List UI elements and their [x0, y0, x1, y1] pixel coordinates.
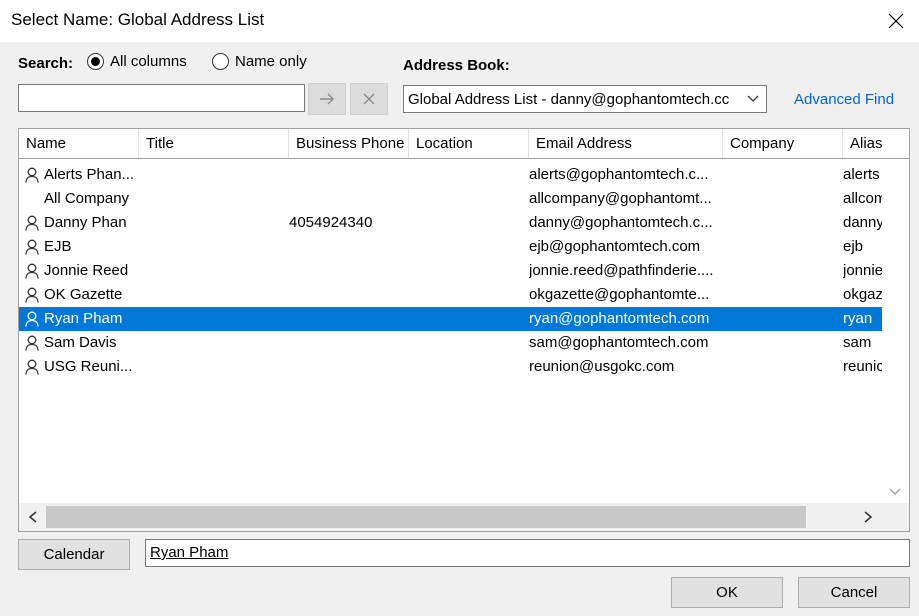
radio-all-columns[interactable]: All columns — [87, 53, 187, 70]
ok-button[interactable]: OK — [671, 577, 783, 608]
column-header-location[interactable]: Location — [409, 129, 529, 158]
cell-alias: sam — [843, 334, 872, 351]
scrollbar-thumb[interactable] — [46, 506, 806, 528]
window-title: Select Name: Global Address List — [11, 10, 265, 29]
radio-name-only[interactable]: Name only — [212, 53, 307, 70]
column-header-alias[interactable]: Alias — [843, 129, 909, 158]
cell-email: okgazette@gophantomte... — [529, 286, 710, 303]
table-row[interactable]: Danny Phan 4054924340 danny@gophantomtec… — [19, 211, 883, 235]
user-icon — [23, 283, 41, 307]
chevron-down-icon — [747, 95, 759, 102]
column-header-company[interactable]: Company — [723, 129, 843, 158]
table-row[interactable]: OK Gazette okgazette@gophantomte... okga… — [19, 283, 883, 307]
radio-unselected-indicator — [212, 53, 229, 70]
table-header: Name Title Business Phone Location Email… — [19, 129, 909, 159]
table-row-selected[interactable]: Ryan Pham ryan@gophantomtech.com ryan — [19, 307, 882, 331]
vertical-scrollbar[interactable] — [882, 159, 909, 503]
table-row[interactable]: USG Reuni... reunion@usgokc.com reunic — [19, 355, 883, 379]
column-header-title[interactable]: Title — [139, 129, 289, 158]
table-row[interactable]: Alerts Phan... alerts@gophantomtech.c...… — [19, 163, 882, 187]
column-header-name[interactable]: Name — [19, 129, 139, 158]
cell-name: Jonnie Reed — [44, 262, 129, 279]
cell-alias: alerts — [843, 166, 880, 183]
calendar-button[interactable]: Calendar — [18, 539, 130, 570]
cell-name: Sam Davis — [44, 334, 117, 351]
cell-name: Danny Phan — [44, 214, 127, 231]
address-book-label: Address Book: — [403, 57, 510, 74]
user-icon — [23, 259, 41, 283]
table-row[interactable]: All Company allcompany@gophantomt... all… — [19, 187, 883, 211]
cell-email: alerts@gophantomtech.c... — [529, 166, 709, 183]
user-icon — [23, 307, 41, 331]
radio-selected-indicator — [87, 53, 104, 70]
cell-alias: jonnie — [843, 262, 883, 279]
user-icon — [23, 211, 41, 235]
cell-email: danny@gophantomtech.c... — [529, 214, 713, 231]
cell-email: jonnie.reed@pathfinderie.... — [529, 262, 714, 279]
cell-email: allcompany@gophantomt... — [529, 190, 712, 207]
table-row[interactable]: Sam Davis sam@gophantomtech.com sam — [19, 331, 882, 355]
cell-name: USG Reuni... — [44, 358, 133, 375]
title-bar: Select Name: Global Address List — [0, 0, 919, 42]
selected-recipient-value: Ryan Pham — [150, 544, 229, 561]
search-go-button[interactable] — [308, 83, 346, 115]
horizontal-scrollbar[interactable] — [19, 503, 909, 531]
cell-email: sam@gophantomtech.com — [529, 334, 709, 351]
cancel-button[interactable]: Cancel — [798, 577, 910, 608]
search-label: Search: — [18, 55, 74, 72]
chevron-left-icon[interactable] — [27, 510, 39, 524]
arrow-right-icon — [320, 93, 334, 105]
table-row[interactable]: EJB ejb@gophantomtech.com ejb — [19, 235, 882, 259]
cell-alias: allcom — [843, 190, 883, 207]
table-row[interactable]: Jonnie Reed jonnie.reed@pathfinderie....… — [19, 259, 883, 283]
cell-email: ryan@gophantomtech.com — [529, 310, 710, 327]
cell-alias: ejb — [843, 238, 864, 255]
close-button[interactable] — [873, 0, 919, 42]
cell-name: Alerts Phan... — [44, 166, 135, 183]
user-icon — [23, 235, 41, 259]
column-header-business-phone[interactable]: Business Phone — [289, 129, 409, 158]
cell-alias: okgaz — [843, 286, 883, 303]
radio-name-only-label: Name only — [235, 53, 307, 70]
search-input[interactable] — [18, 84, 305, 112]
cell-alias: ryan — [843, 310, 873, 327]
radio-all-columns-label: All columns — [110, 53, 187, 70]
user-icon — [23, 355, 41, 379]
cell-name: Ryan Pham — [44, 310, 123, 327]
table-rows: Alerts Phan... alerts@gophantomtech.c...… — [19, 163, 883, 379]
address-book-selected: Global Address List - danny@gophantomtec… — [408, 90, 730, 108]
user-icon — [23, 163, 41, 187]
cell-email: ejb@gophantomtech.com — [529, 238, 701, 255]
advanced-find-link[interactable]: Advanced Find — [794, 91, 894, 108]
chevron-right-icon[interactable] — [862, 510, 874, 524]
chevron-down-icon[interactable] — [888, 487, 902, 497]
close-icon — [888, 13, 904, 29]
selected-recipient-field[interactable]: Ryan Pham — [145, 539, 910, 567]
cell-name: OK Gazette — [44, 286, 123, 303]
cell-name: All Company — [44, 190, 130, 207]
contacts-table: Name Title Business Phone Location Email… — [18, 128, 910, 532]
user-icon — [23, 331, 41, 355]
search-clear-button[interactable] — [350, 83, 388, 115]
address-book-dropdown[interactable]: Global Address List - danny@gophantomtec… — [403, 85, 767, 113]
cell-alias: reunic — [843, 358, 883, 375]
clear-x-icon — [363, 93, 375, 105]
cell-alias: danny — [843, 214, 883, 231]
cell-name: EJB — [44, 238, 72, 255]
cell-phone: 4054924340 — [289, 214, 373, 231]
column-header-email[interactable]: Email Address — [529, 129, 723, 158]
cell-email: reunion@usgokc.com — [529, 358, 675, 375]
